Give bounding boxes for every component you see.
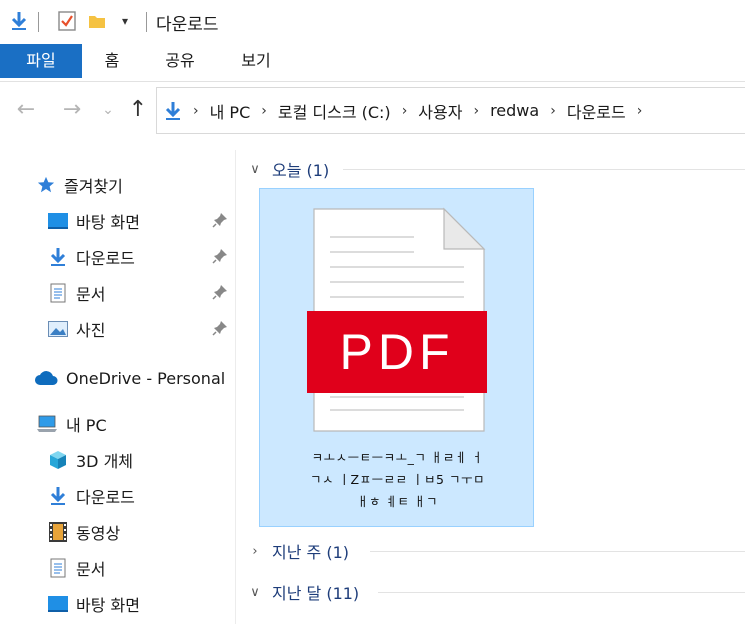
sidebar-item-label: 즐겨찾기 [64,177,123,196]
tab-view[interactable]: 보기 [230,44,282,78]
group-label: 오늘 (1) [272,161,330,180]
sidebar-item-label: 3D 개체 [76,452,134,471]
window-title: 다운로드 [156,15,219,35]
chevron-down-icon: ∨ [250,584,260,600]
sidebar-item-label: OneDrive - Personal [66,368,226,388]
cloud-icon [34,368,58,388]
file-name-line: ㅋㅗㅅㅡㅌㅡㅋㅗ_ㄱ ㅐㄹㅔ ㅓ [311,450,484,465]
pin-icon[interactable] [212,320,228,336]
sidebar-item-onedrive[interactable]: OneDrive - Personal [34,363,225,393]
chevron-right-icon[interactable]: › [396,103,414,119]
sidebar-item-label: 바탕 화면 [76,596,140,615]
sidebar-item-label: 내 PC [66,416,107,435]
title-bar: ▾ 다운로드 [0,0,745,44]
sidebar-item-3d-objects[interactable]: 3D 개체 [48,445,133,475]
star-icon [36,175,56,195]
chevron-right-icon[interactable]: › [631,103,649,119]
sidebar-item-pictures[interactable]: 사진 [48,314,105,344]
group-label: 지난 달 (11) [272,584,360,603]
pin-icon[interactable] [212,212,228,228]
tab-share[interactable]: 공유 [154,44,206,78]
pin-icon[interactable] [212,248,228,264]
group-divider [370,551,745,552]
navigation-bar: ← → ⌄ ↑ › 내 PC › 로컬 디스크 (C:) › 사용자 › red… [0,84,745,138]
desktop-icon [48,594,68,614]
film-icon [48,522,68,542]
download-arrow-icon [165,101,181,121]
chevron-right-icon[interactable]: › [187,103,205,119]
group-divider [378,592,745,593]
sidebar-item-quick-access[interactable]: 즐겨찾기 [36,170,123,200]
chevron-right-icon[interactable]: › [544,103,562,119]
document-icon [48,283,68,303]
sidebar-item-label: 동영상 [76,524,121,543]
sidebar-item-documents[interactable]: 문서 [48,278,105,308]
pictures-icon [48,319,68,339]
file-name-line: ㄱㅅ ㅣZㅍㅡㄹㄹ ㅣㅂ5 ㄱㅜㅁ [310,472,485,487]
document-icon [48,558,68,578]
sidebar-item-label: 사진 [76,321,106,340]
download-arrow-icon[interactable] [8,10,30,32]
file-item-selected[interactable]: PDF ㅋㅗㅅㅡㅌㅡㅋㅗ_ㄱ ㅐㄹㅔ ㅓ ㄱㅅ ㅣZㅍㅡㄹㄹ ㅣㅂ5 ㄱㅜㅁ ㅐ… [259,188,534,527]
chevron-right-icon[interactable]: › [255,103,273,119]
recent-locations-button[interactable]: ⌄ [96,98,120,122]
pin-icon[interactable] [212,284,228,300]
desktop-icon [48,211,68,231]
chevron-down-icon: ∨ [250,161,260,177]
file-name-line: ㅐㅎ ㅖㅌ ㅐㄱ [357,494,438,509]
group-divider [343,169,745,170]
pdf-badge: PDF [339,324,455,380]
group-header-last-month[interactable]: ∨ 지난 달 (11) [246,580,359,604]
breadcrumb-this-pc[interactable]: 내 PC [205,99,256,123]
up-button[interactable]: ↑ [126,98,150,122]
sidebar-item-desktop-pc[interactable]: 바탕 화면 [48,589,140,619]
sidebar-item-label: 다운로드 [76,249,135,268]
back-button[interactable]: ← [14,98,38,122]
properties-check-icon[interactable] [56,10,78,32]
breadcrumb-downloads[interactable]: 다운로드 [562,99,631,123]
sidebar-item-downloads-pc[interactable]: 다운로드 [48,481,135,511]
sidebar-item-label: 문서 [76,560,106,579]
cube-icon [48,450,68,470]
breadcrumb-local-disk[interactable]: 로컬 디스크 (C:) [273,99,396,123]
computer-icon [36,414,58,434]
group-header-last-week[interactable]: › 지난 주 (1) [246,539,349,563]
file-name: ㅋㅗㅅㅡㅌㅡㅋㅗ_ㄱ ㅐㄹㅔ ㅓ ㄱㅅ ㅣZㅍㅡㄹㄹ ㅣㅂ5 ㄱㅜㅁ ㅐㅎ ㅖㅌ… [270,447,525,513]
breadcrumb-user[interactable]: redwa [485,101,544,120]
tab-file[interactable]: 파일 [0,44,82,78]
toolbar-separator [146,12,147,32]
breadcrumb-users[interactable]: 사용자 [413,99,467,123]
sidebar-item-label: 바탕 화면 [76,213,140,232]
download-arrow-icon [48,247,68,267]
chevron-right-icon: › [252,543,258,559]
ribbon: 파일 홈 공유 보기 [0,44,745,82]
sidebar-item-videos[interactable]: 동영상 [48,517,120,547]
forward-button[interactable]: → [60,98,84,122]
toolbar-separator [38,12,39,32]
sidebar-item-label: 문서 [76,285,106,304]
sidebar-item-desktop[interactable]: 바탕 화면 [48,206,140,236]
navigation-pane: 즐겨찾기 바탕 화면 다운로드 문서 사진 OneDrive - Persona… [0,150,236,624]
tab-home[interactable]: 홈 [92,44,132,78]
sidebar-item-label: 다운로드 [76,488,135,507]
address-bar[interactable]: › 내 PC › 로컬 디스크 (C:) › 사용자 › redwa › 다운로… [156,87,745,134]
group-label: 지난 주 (1) [272,543,349,562]
sidebar-item-this-pc[interactable]: 내 PC [36,409,107,439]
chevron-right-icon[interactable]: › [467,103,485,119]
group-header-today[interactable]: ∨ 오늘 (1) [246,157,329,181]
sidebar-item-downloads[interactable]: 다운로드 [48,242,135,272]
customize-dropdown-icon[interactable]: ▾ [114,10,136,32]
download-arrow-icon [48,486,68,506]
folder-icon[interactable] [86,10,108,32]
sidebar-item-documents-pc[interactable]: 문서 [48,553,105,583]
